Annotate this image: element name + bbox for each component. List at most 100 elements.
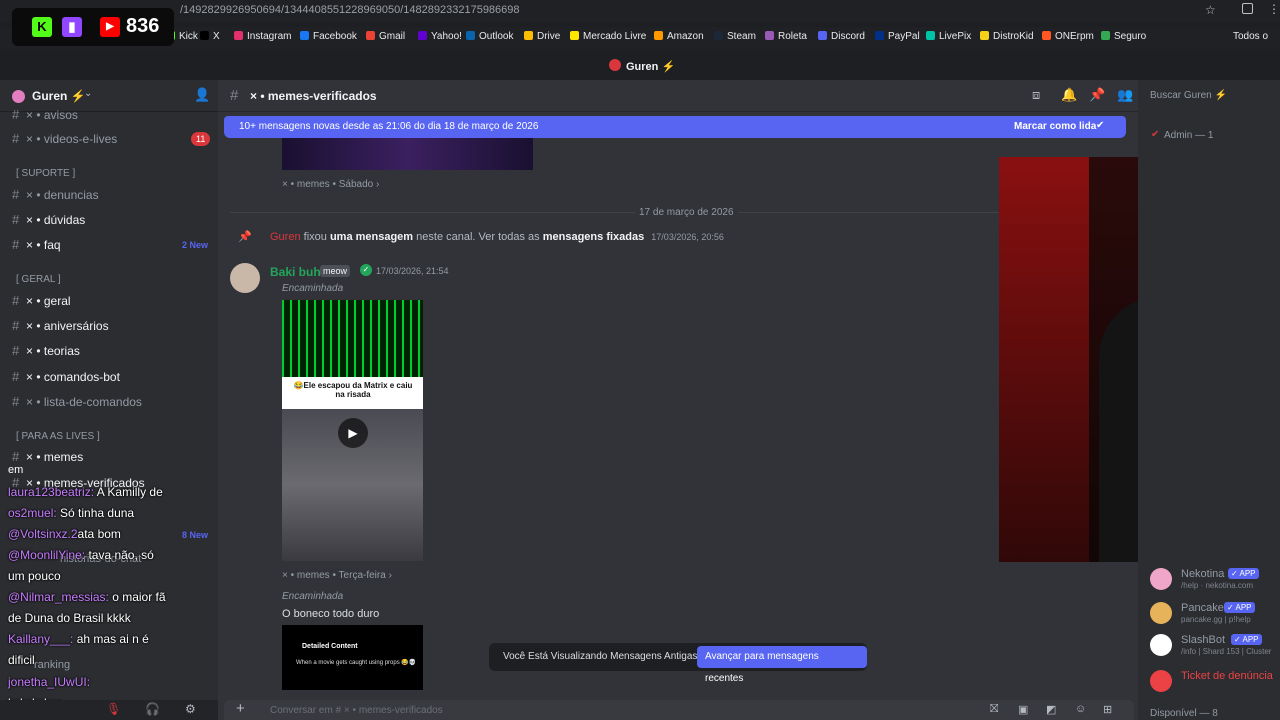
bookmark-favicon-icon bbox=[654, 31, 663, 40]
embed-title: Detailed Content bbox=[302, 643, 358, 650]
mark-read-icon[interactable]: ✔ bbox=[1096, 120, 1104, 131]
bookmark-label[interactable]: LivePix bbox=[939, 31, 971, 42]
member-name[interactable]: Nekotina bbox=[1181, 568, 1224, 580]
pinned-link[interactable]: mensagens fixadas bbox=[543, 231, 645, 243]
matrix-image bbox=[282, 300, 423, 377]
bookmark-item[interactable]: LivePix bbox=[926, 31, 971, 42]
bookmark-label[interactable]: Seguro bbox=[1114, 31, 1146, 42]
bookmark-label[interactable]: ONErpm bbox=[1055, 31, 1094, 42]
avatar[interactable] bbox=[1150, 670, 1172, 692]
headset-icon[interactable]: 🎧 bbox=[145, 702, 160, 716]
sticker-icon[interactable]: ◩ bbox=[1046, 703, 1056, 716]
all-bookmarks-folder[interactable]: Todos o bbox=[1233, 31, 1268, 42]
url-text[interactable]: /1492829926950694/1344408551228969050/14… bbox=[180, 4, 520, 16]
mark-read-button[interactable]: Marcar como lida bbox=[1014, 121, 1096, 132]
bookmark-item[interactable]: Outlook bbox=[466, 31, 513, 42]
channel-header: # × • memes-verificados ⧈ 🔔 📌 👥 bbox=[218, 80, 1138, 112]
bookmark-item[interactable]: Yahoo! bbox=[418, 31, 462, 42]
bookmark-item[interactable]: Drive bbox=[524, 31, 560, 42]
bookmark-item[interactable]: Mercado Livre bbox=[570, 31, 646, 42]
forward-source[interactable]: × • memes • Sábado › bbox=[282, 179, 379, 190]
stream-chat-prefix: em bbox=[8, 464, 24, 476]
bookmark-favicon-icon bbox=[366, 31, 375, 40]
message-author[interactable]: Baki buh bbox=[270, 265, 321, 279]
bookmark-item[interactable]: PayPal bbox=[875, 31, 920, 42]
new-messages-banner[interactable]: 10+ mensagens novas desde as 21:06 do di… bbox=[224, 116, 1126, 138]
member-item[interactable]: SlashBot ✓ APP/info | Shard 153 | Cluster bbox=[1138, 632, 1280, 662]
member-item[interactable]: Nekotina ✓ APP/help · nekotina.com bbox=[1138, 566, 1280, 596]
bookmark-label[interactable]: PayPal bbox=[888, 31, 920, 42]
stream-chat-text: ata bom bbox=[77, 527, 121, 541]
apps-icon[interactable]: ⊞ bbox=[1103, 703, 1112, 716]
emoji-icon[interactable]: ☺ bbox=[1075, 703, 1086, 715]
bookmark-item[interactable]: ONErpm bbox=[1042, 31, 1094, 42]
bookmark-item[interactable]: Instagram bbox=[234, 31, 291, 42]
bookmark-label[interactable]: Roleta bbox=[778, 31, 807, 42]
bookmark-favicon-icon bbox=[926, 31, 935, 40]
jump-recent-button[interactable]: Avançar para mensagens recentes bbox=[697, 646, 867, 684]
message-composer[interactable]: + Conversar em # × • memes-verificados ⛝… bbox=[224, 700, 1134, 720]
video-embed-2[interactable]: Detailed Content When a movie gets caugh… bbox=[282, 625, 423, 690]
bookmark-label[interactable]: Drive bbox=[537, 31, 560, 42]
pin-link[interactable]: uma mensagem bbox=[330, 231, 413, 243]
bookmark-label[interactable]: DistroKid bbox=[993, 31, 1034, 42]
avatar[interactable] bbox=[1150, 634, 1172, 656]
bell-icon[interactable]: 🔔 bbox=[1061, 87, 1077, 103]
video-embed[interactable]: 😂Ele escapou da Matrix e caiu na risada … bbox=[282, 300, 423, 561]
bookmark-item[interactable]: Discord bbox=[818, 31, 865, 42]
bookmark-item[interactable]: Amazon bbox=[654, 31, 704, 42]
member-item[interactable]: Ticket de denúncia bbox=[1138, 668, 1280, 698]
bookmark-item[interactable]: Seguro bbox=[1101, 31, 1146, 42]
stream-chat-user: @Nilmar_messias: bbox=[8, 590, 109, 604]
hash-icon: # bbox=[230, 87, 239, 104]
star-icon[interactable]: ☆ bbox=[1205, 3, 1216, 17]
forward-source-2[interactable]: × • memes • Terça-feira › bbox=[282, 570, 392, 581]
member-name[interactable]: Pancake bbox=[1181, 602, 1224, 614]
members-icon[interactable]: 👥 bbox=[1117, 87, 1133, 103]
stream-chat-user: laura123beatriz: bbox=[8, 485, 95, 499]
avatar[interactable] bbox=[1150, 602, 1172, 624]
bookmark-label[interactable]: Facebook bbox=[313, 31, 357, 42]
bookmark-label[interactable]: Amazon bbox=[667, 31, 704, 42]
pin-icon[interactable]: 📌 bbox=[1089, 87, 1105, 103]
stream-chat-text: um pouco bbox=[8, 569, 61, 583]
gift-icon[interactable]: ⛝ bbox=[990, 703, 998, 716]
bookmark-label[interactable]: Yahoo! bbox=[431, 31, 462, 42]
member-item[interactable]: Pancake ✓ APP pancake.gg | p!help bbox=[1138, 600, 1280, 630]
bookmark-favicon-icon bbox=[300, 31, 309, 40]
prev-image[interactable] bbox=[282, 138, 533, 170]
bookmark-item[interactable]: Facebook bbox=[300, 31, 357, 42]
gif-icon[interactable]: ▣ bbox=[1018, 703, 1028, 716]
member-name[interactable]: Ticket de denúncia bbox=[1181, 670, 1273, 682]
member-name[interactable]: SlashBot bbox=[1181, 634, 1225, 646]
bookmark-item[interactable]: DistroKid bbox=[980, 31, 1034, 42]
bookmark-item[interactable]: Steam bbox=[714, 31, 756, 42]
extensions-icon[interactable] bbox=[1242, 3, 1253, 14]
bookmark-label[interactable]: Instagram bbox=[247, 31, 291, 42]
threads-icon[interactable]: ⧈ bbox=[1032, 87, 1040, 103]
stream-chat-text: de Duna do Brasil kkkk bbox=[8, 611, 131, 625]
bookmark-label[interactable]: Mercado Livre bbox=[583, 31, 646, 42]
bookmark-item[interactable]: Roleta bbox=[765, 31, 807, 42]
pin-user[interactable]: Guren bbox=[270, 231, 301, 243]
app-badge: ✓ APP bbox=[1231, 634, 1262, 645]
settings-icon[interactable]: ⚙ bbox=[185, 702, 196, 716]
bookmark-label[interactable]: Gmail bbox=[379, 31, 405, 42]
bookmark-label[interactable]: Outlook bbox=[479, 31, 513, 42]
admin-icon: ✔ bbox=[1151, 129, 1160, 140]
more-icon[interactable]: ⋮ bbox=[1268, 2, 1280, 16]
stream-chat-overlay: laura123beatriz: A Kamilly de em os2muel: … bbox=[0, 0, 218, 720]
online-footer: Disponível — 8 bbox=[1150, 708, 1218, 719]
search-input[interactable]: Buscar Guren ⚡ bbox=[1150, 90, 1227, 101]
avatar[interactable] bbox=[230, 263, 260, 293]
composer-placeholder[interactable]: Conversar em # × • memes-verificados bbox=[270, 705, 443, 716]
mute-icon[interactable]: 🎙 bbox=[106, 702, 121, 716]
bookmark-item[interactable]: Gmail bbox=[366, 31, 405, 42]
avatar[interactable] bbox=[1150, 568, 1172, 590]
add-attachment-icon[interactable]: + bbox=[236, 700, 245, 717]
bookmark-label[interactable]: Discord bbox=[831, 31, 865, 42]
bookmark-favicon-icon bbox=[418, 31, 427, 40]
bookmark-label[interactable]: Steam bbox=[727, 31, 756, 42]
play-icon[interactable]: ▶ bbox=[338, 418, 368, 448]
stream-chat-text: dificil bbox=[8, 653, 35, 667]
